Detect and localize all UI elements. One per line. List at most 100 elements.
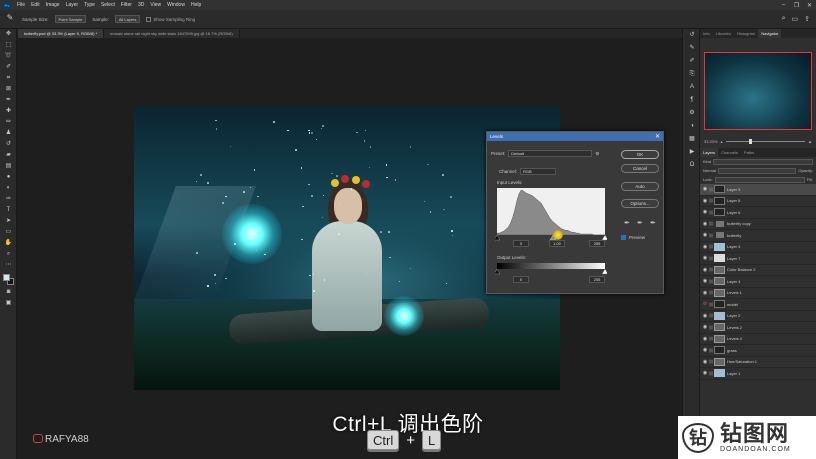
cancel-button[interactable]: Cancel xyxy=(621,164,659,173)
properties-icon[interactable]: ⚙ xyxy=(683,107,701,120)
layer-name[interactable]: Layer 3 xyxy=(727,244,740,249)
eraser-tool-icon[interactable]: ▰ xyxy=(0,150,17,161)
clone-stamp-icon[interactable]: ♟ xyxy=(0,128,17,139)
black-point-slider[interactable] xyxy=(495,235,501,241)
layer-row[interactable]: ◉ ⛓ Levels 4 xyxy=(700,334,816,345)
zoom-slider[interactable] xyxy=(725,138,806,144)
menu-type[interactable]: Type xyxy=(81,2,98,8)
close-icon[interactable]: ✕ xyxy=(655,133,660,140)
layer-row[interactable]: ◉ ⛓ Layer 9 xyxy=(700,184,816,196)
menu-file[interactable]: File xyxy=(14,2,28,8)
layer-name[interactable]: Layer 9 xyxy=(727,187,740,192)
sample-size-select[interactable]: Point Sample xyxy=(54,15,87,23)
blur-tool-icon[interactable]: ● xyxy=(0,172,17,183)
foreground-color-swatch[interactable] xyxy=(3,274,10,281)
layer-name[interactable]: Levels 1 xyxy=(727,290,742,295)
eyedropper-tool-icon[interactable]: ✎ xyxy=(4,13,16,25)
layer-row[interactable]: ◉ ⛓ Levels 2 xyxy=(700,322,816,334)
paragraph-icon[interactable]: ¶ xyxy=(683,94,701,107)
preset-select[interactable]: Default xyxy=(508,150,593,157)
gradient-tool-icon[interactable]: ▤ xyxy=(0,161,17,172)
layer-row[interactable]: ◉ ⛓ Layer 6 xyxy=(700,207,816,219)
menu-select[interactable]: Select xyxy=(98,2,118,8)
brushes-icon[interactable]: ✐ xyxy=(683,55,701,68)
layer-row[interactable]: ◉ ⛓ butterfly copy xyxy=(700,219,816,230)
layer-row[interactable]: ◉ ⛓ Levels 1 xyxy=(700,288,816,299)
preset-options-icon[interactable]: ⚙ xyxy=(595,151,599,157)
layer-row[interactable]: ⊘ ⛓ model xyxy=(700,299,816,311)
menu-3d[interactable]: 3D xyxy=(135,2,147,8)
menu-view[interactable]: View xyxy=(147,2,164,8)
layer-name[interactable]: model xyxy=(727,302,738,307)
show-sampling-ring-checkbox[interactable]: Show Sampling Ring xyxy=(146,16,195,22)
quick-select-tool-icon[interactable]: ✐ xyxy=(0,62,17,73)
layer-row[interactable]: ◉ ⛓ Layer 7 xyxy=(700,253,816,265)
layer-row[interactable]: ◉ ⛓ butterfly xyxy=(700,230,816,242)
auto-button[interactable]: Auto xyxy=(621,182,659,191)
filter-kind-label[interactable]: Kind xyxy=(703,159,711,164)
tab-paths[interactable]: Paths xyxy=(741,148,757,157)
layer-row[interactable]: ◉ ⛓ Layer 2 xyxy=(700,311,816,322)
tab-navigator[interactable]: Navigator xyxy=(758,29,782,38)
layer-name[interactable]: Layer 2 xyxy=(727,313,740,318)
zoom-out-icon[interactable]: ▴ xyxy=(721,139,723,144)
layer-name[interactable]: Levels 2 xyxy=(727,325,742,330)
layer-name[interactable]: Layer 6 xyxy=(727,210,740,215)
menu-filter[interactable]: Filter xyxy=(118,2,135,8)
tab-night-sky[interactable]: mosaic stone rail night sky wide stars 1… xyxy=(104,29,240,38)
layer-name[interactable]: Levels 4 xyxy=(727,336,742,341)
pen-tool-icon[interactable]: ✑ xyxy=(0,194,17,205)
zoom-in-icon[interactable]: ▲ xyxy=(808,139,812,144)
zoom-value[interactable]: 33.33% xyxy=(704,139,718,144)
output-black-slider[interactable] xyxy=(495,269,501,275)
sample-select[interactable]: All Layers xyxy=(114,15,141,23)
actions-icon[interactable]: ▶ xyxy=(683,146,701,159)
levels-title-bar[interactable]: Levels ✕ xyxy=(487,132,663,141)
move-tool-icon[interactable]: ✥ xyxy=(0,29,17,40)
navigator-preview[interactable] xyxy=(704,52,812,130)
layer-name[interactable]: Layer 8 xyxy=(727,198,740,203)
white-eyedropper-icon[interactable]: ✒ xyxy=(650,219,656,227)
layer-name[interactable]: grass xyxy=(727,348,737,353)
tab-butterfly[interactable]: butterfly.psd @ 33.3% (Layer 9, RGB/8) * xyxy=(18,29,105,38)
shape-tool-icon[interactable]: ▭ xyxy=(0,227,17,238)
ok-button[interactable]: OK xyxy=(621,150,659,159)
layer-row[interactable]: ◉ ⛓ Layer 4 xyxy=(700,276,816,288)
output-slider-track[interactable] xyxy=(495,269,607,275)
menu-window[interactable]: Window xyxy=(164,2,188,8)
blend-mode-box[interactable] xyxy=(717,167,797,174)
output-white-slider[interactable] xyxy=(601,269,607,275)
preview-checkbox[interactable]: Preview xyxy=(621,235,645,240)
lasso-tool-icon[interactable]: ➰ xyxy=(0,51,17,62)
minimize-button[interactable]: – xyxy=(777,2,790,9)
marquee-tool-icon[interactable]: ⬚ xyxy=(0,40,17,51)
layer-row[interactable]: ◉ ⛓ Layer 1 xyxy=(700,368,816,380)
blend-mode-select[interactable]: Normal xyxy=(703,168,716,173)
screen-mode-icon[interactable]: ▣ xyxy=(0,298,17,309)
output-white-field[interactable]: 255 xyxy=(589,276,605,283)
layer-row[interactable]: ◉ ⛓ grass xyxy=(700,345,816,357)
menu-layer[interactable]: Layer xyxy=(63,2,82,8)
workspace-icon[interactable]: ▭ xyxy=(792,15,799,23)
glyphs-icon[interactable]: Ω xyxy=(683,159,701,172)
frame-tool-icon[interactable]: ⊠ xyxy=(0,84,17,95)
history-icon[interactable]: ↺ xyxy=(683,29,701,42)
brush-settings-icon[interactable]: ✎ xyxy=(683,42,701,55)
tab-libraries[interactable]: Libraries xyxy=(713,29,734,38)
healing-brush-icon[interactable]: ✚ xyxy=(0,106,17,117)
options-button[interactable]: Options... xyxy=(621,199,659,208)
filter-kind-select[interactable] xyxy=(713,158,813,165)
brush-tool-icon[interactable]: ✏ xyxy=(0,117,17,128)
menu-image[interactable]: Image xyxy=(43,2,63,8)
maximize-button[interactable]: ❐ xyxy=(790,2,803,9)
output-black-field[interactable]: 0 xyxy=(513,276,529,283)
share-icon[interactable]: ⇪ xyxy=(804,15,810,23)
black-eyedropper-icon[interactable]: ✒ xyxy=(624,219,630,227)
adjustments-icon[interactable]: ◑ xyxy=(683,120,701,133)
layer-row[interactable]: ◉ ⛓ Color Balance 2 xyxy=(700,265,816,276)
crop-tool-icon[interactable]: ⌗ xyxy=(0,73,17,84)
menu-edit[interactable]: Edit xyxy=(28,2,43,8)
more-tools-icon[interactable]: ⋯ xyxy=(0,260,17,271)
layer-row[interactable]: ◉ ⛓ Layer 3 xyxy=(700,242,816,253)
layer-name[interactable]: Hue/Saturation 1 xyxy=(727,359,757,364)
